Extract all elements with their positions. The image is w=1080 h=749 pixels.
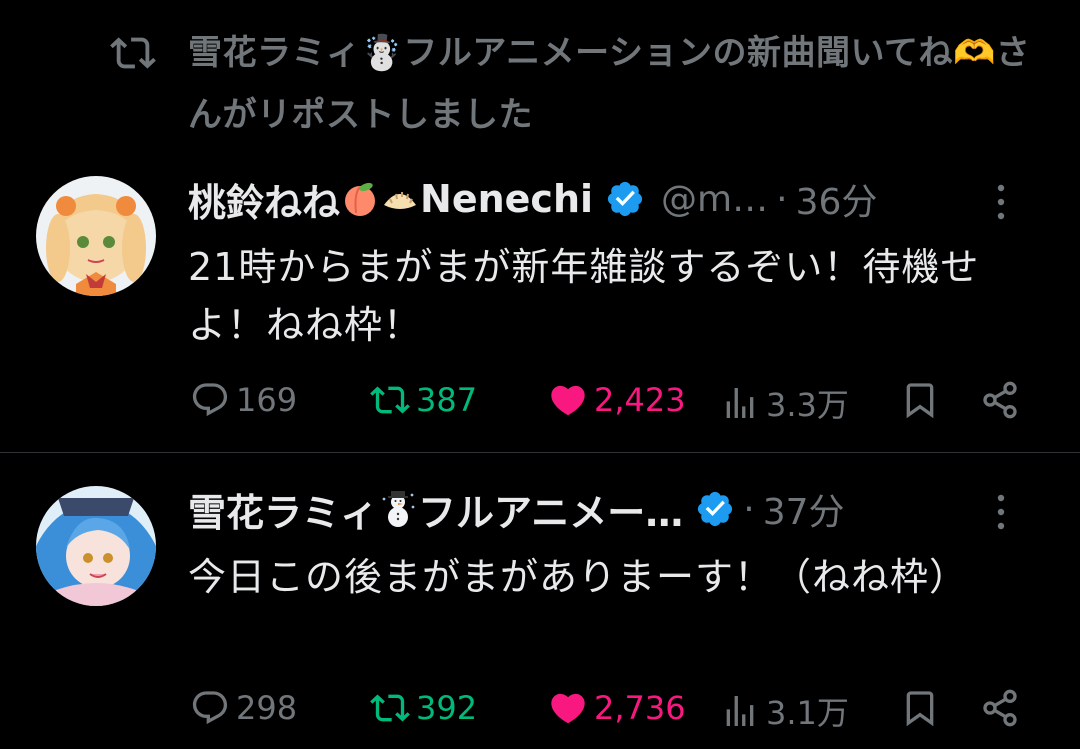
avatar[interactable] — [36, 176, 156, 296]
separator-dot: · — [743, 488, 755, 530]
display-name[interactable]: 雪花ラミィ — [188, 482, 378, 537]
reply-icon — [192, 691, 228, 725]
display-name-suffix[interactable]: フルアニメー… — [418, 482, 683, 537]
bookmark-button[interactable] — [898, 380, 942, 420]
bookmark-button[interactable] — [898, 688, 942, 728]
reply-count: 298 — [236, 689, 298, 727]
share-button[interactable] — [978, 380, 1022, 420]
tweet[interactable]: 雪花ラミィ フルアニメー… · 37分 今日この後まがまがありまーす！（ねね枠）… — [0, 470, 1080, 749]
avatar-image — [36, 486, 156, 606]
more-options-icon[interactable] — [996, 492, 1006, 532]
snowman-emoji — [382, 491, 415, 527]
views-count: 3.3万 — [766, 386, 849, 424]
repost-count: 392 — [416, 689, 478, 727]
tweet-text: 今日この後まがまがありまーす！（ねね枠） — [188, 555, 969, 599]
share-icon — [983, 689, 1017, 727]
like-count: 2,736 — [594, 689, 686, 727]
like-button[interactable]: 2,423 — [546, 380, 686, 420]
separator-dot: · — [776, 178, 788, 220]
handle[interactable]: @m… — [661, 179, 768, 220]
reply-icon — [192, 383, 228, 417]
dumpling-emoji — [384, 192, 417, 209]
repost-button[interactable]: 387 — [368, 380, 477, 420]
more-options-icon[interactable] — [996, 182, 1006, 222]
bookmark-icon — [906, 383, 934, 419]
views-count: 3.1万 — [766, 694, 849, 732]
tweet-header: 雪花ラミィ フルアニメー… · 37分 — [188, 470, 1044, 548]
verified-badge-icon — [698, 491, 733, 527]
heart-icon — [551, 693, 585, 724]
avatar[interactable] — [36, 486, 156, 606]
heart-icon — [551, 385, 585, 416]
timestamp[interactable]: 36分 — [796, 173, 878, 225]
tweet[interactable]: 桃鈴ねね Nenechi @m… · 36分 21時からまがまが新年雑談するぞい… — [0, 160, 1080, 453]
reply-button[interactable]: 298 — [188, 688, 297, 728]
reply-button[interactable]: 169 — [188, 380, 297, 420]
views-icon — [726, 696, 754, 726]
share-button[interactable] — [978, 688, 1022, 728]
repost-header[interactable]: 雪花ラミィ☃️フルアニメーションの新曲聞いてね🫶さんがリポストしました — [110, 22, 1060, 146]
repost-icon — [370, 694, 410, 722]
peach-emoji — [345, 182, 376, 216]
repost-icon — [110, 37, 156, 69]
repost-header-text: 雪花ラミィ☃️フルアニメーションの新曲聞いてね🫶さんがリポストしました — [188, 33, 1031, 135]
avatar-image — [36, 176, 156, 296]
views-button[interactable]: 3.1万 — [718, 688, 849, 734]
repost-icon — [370, 386, 410, 414]
like-button[interactable]: 2,736 — [546, 688, 686, 728]
like-count: 2,423 — [594, 381, 686, 419]
verified-badge-icon — [607, 181, 643, 217]
repost-count: 387 — [416, 381, 478, 419]
repost-button[interactable]: 392 — [368, 688, 477, 728]
action-bar: 298 392 2,736 3.1万 — [188, 678, 1044, 738]
bookmark-icon — [906, 691, 934, 727]
action-bar: 169 387 2,423 3.3万 — [188, 370, 1044, 430]
display-name-suffix[interactable]: Nenechi — [420, 177, 593, 221]
views-icon — [726, 388, 754, 418]
reply-count: 169 — [236, 381, 298, 419]
tweet-header: 桃鈴ねね Nenechi @m… · 36分 — [188, 160, 1044, 238]
display-name[interactable]: 桃鈴ねね — [188, 172, 340, 227]
timestamp[interactable]: 37分 — [763, 483, 845, 535]
tweet-text: 21時からまがまが新年雑談するぞい！待機せよ！ねね枠！ — [188, 245, 980, 347]
share-icon — [983, 381, 1017, 419]
views-button[interactable]: 3.3万 — [718, 380, 849, 426]
